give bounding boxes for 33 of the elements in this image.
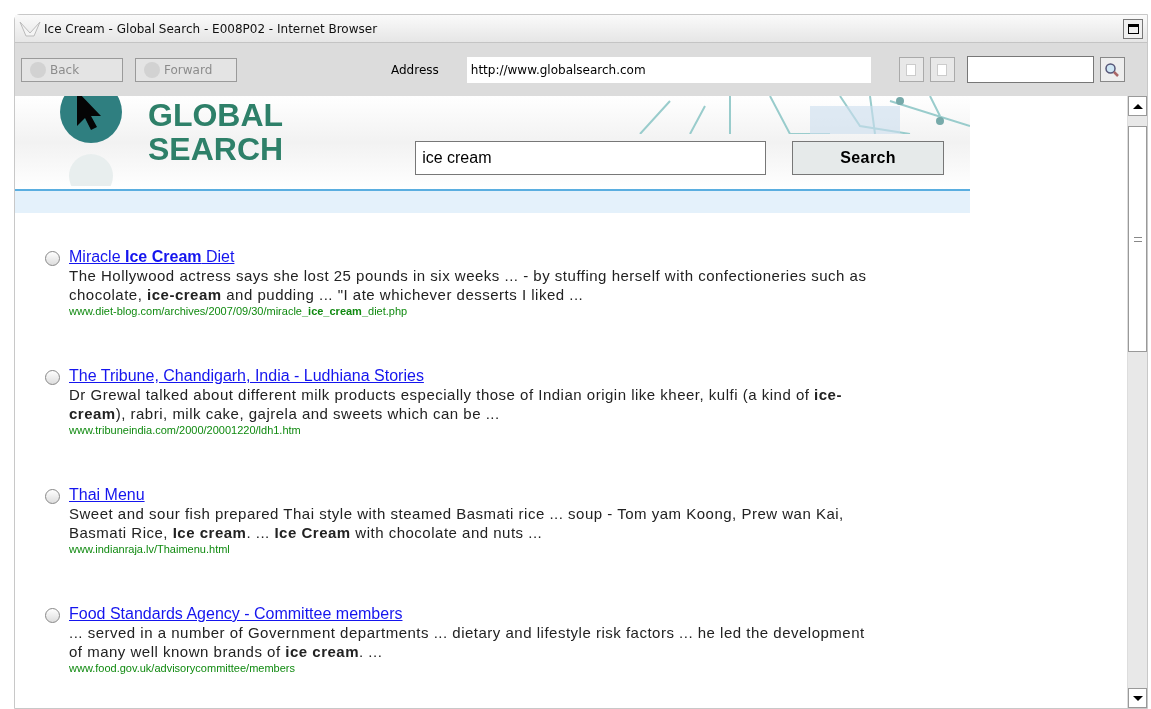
toolbar-search-field[interactable]	[966, 56, 1094, 83]
logo-text: GLOBAL	[148, 98, 284, 132]
result-radio[interactable]	[45, 608, 60, 623]
result-snippet: Sweet and sour fish prepared Thai style with steamed Basmati rice ... soup - Tom yam Koong, Prew wan Kai, Basmati Rice, Ice cream. ... Ice Cream with chocolate and nuts ...	[69, 504, 845, 542]
result-url: www.tribuneindia.com/2000/20001220/ldh1.htm	[69, 423, 302, 438]
scroll-down-button[interactable]	[1128, 688, 1147, 708]
result-title-link[interactable]: Miracle Ice Cream Diet	[69, 247, 235, 266]
paste-icon[interactable]	[929, 57, 955, 82]
scroll-thumb[interactable]	[1128, 126, 1147, 352]
result-title-link[interactable]: Thai Menu	[69, 485, 145, 504]
app-logo-icon	[19, 20, 41, 37]
result-radio[interactable]	[45, 370, 60, 385]
result-radio[interactable]	[45, 489, 60, 504]
result-radio[interactable]	[45, 251, 60, 266]
logo-text: SEARCH	[148, 132, 284, 166]
logo-icon	[59, 96, 123, 186]
address-label: Address	[391, 61, 439, 79]
result-snippet: ... served in a number of Government departments ... dietary and lifestyle risk factors ... he led the development of many well known brands of ice cream. ...	[69, 623, 866, 661]
copy-icon[interactable]	[898, 57, 924, 82]
result-snippet: The Hollywood actress says she lost 25 pounds in six weeks ... - by stuffing herself with confectioneries such as chocolate, ice-cream and pudding ... "I ate whichever desserts I liked ...	[69, 266, 868, 304]
window-title: Ice Cream - Global Search - E008P02 - Internet Browser	[44, 20, 378, 38]
result-url: www.food.gov.uk/advisorycommittee/members	[69, 661, 296, 676]
address-field[interactable]: http://www.globalsearch.com	[466, 56, 871, 83]
result-title-link[interactable]: The Tribune, Chandigarh, India - Ludhiana Stories	[69, 366, 424, 385]
maximize-button[interactable]	[1123, 18, 1143, 39]
result-url: www.indianraja.lv/Thaimenu.html	[69, 542, 231, 557]
result-title-link[interactable]: Food Standards Agency - Committee members	[69, 604, 403, 623]
scroll-up-button[interactable]	[1128, 96, 1147, 116]
search-icon[interactable]	[1099, 57, 1125, 82]
result-snippet: Dr Grewal talked about different milk products especially those of Indian origin like kheer, kulfi (a kind of ice-cream), rabri, milk cake, gajrela and sweets which can be ...	[69, 385, 843, 423]
search-button[interactable]: Search	[792, 140, 945, 175]
result-url: www.diet-blog.com/archives/2007/09/30/miracle_ice_cream_diet.php	[69, 304, 409, 319]
query-field[interactable]: ice cream	[415, 140, 767, 175]
